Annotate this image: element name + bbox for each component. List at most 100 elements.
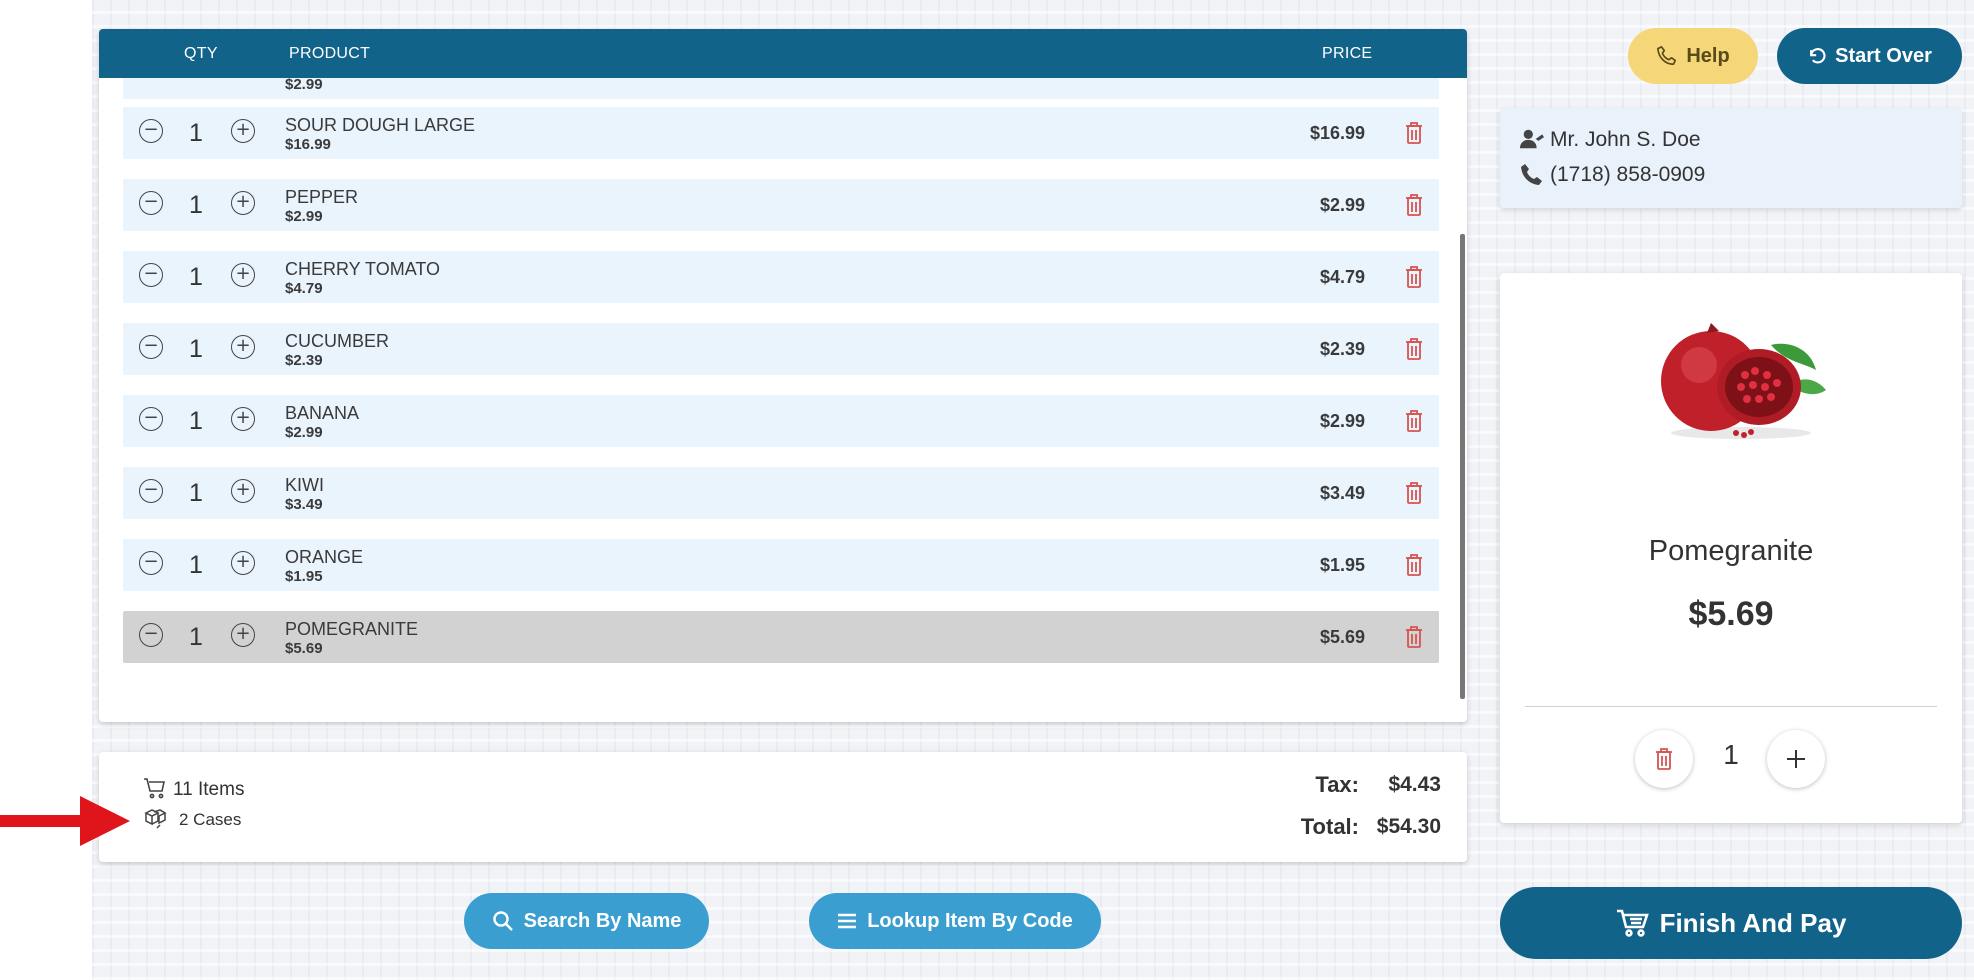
cart-table: QTY PRODUCT PRICE $2.99 − 1 + SOUR DOUGH… — [99, 29, 1467, 722]
help-button[interactable]: Help — [1628, 28, 1758, 84]
header-price: PRICE — [1322, 45, 1373, 62]
table-row[interactable]: − 1 + ORANGE $1.95 $1.95 — [123, 539, 1439, 591]
trash-icon[interactable] — [1405, 193, 1423, 217]
undo-icon — [1810, 48, 1826, 64]
table-row[interactable]: − 1 + BANANA $2.99 $2.99 — [123, 395, 1439, 447]
cases-count: 2 Cases — [179, 810, 242, 829]
cart-rows[interactable]: $2.99 − 1 + SOUR DOUGH LARGE $16.99 $16.… — [123, 78, 1439, 722]
selected-product-name: Pomegranite — [1648, 535, 1814, 567]
table-row-partial[interactable]: $2.99 — [123, 78, 1439, 99]
tax-label: Tax: — [1315, 772, 1359, 797]
list-icon — [838, 913, 857, 929]
row-qty: 1 — [189, 551, 203, 579]
row-product-name: POMEGRANITE — [285, 619, 419, 639]
divider — [1525, 706, 1937, 707]
increase-qty-button[interactable] — [1767, 730, 1825, 788]
increase-qty-button[interactable]: + — [231, 119, 255, 143]
decrease-qty-button[interactable]: − — [139, 191, 163, 215]
search-by-name-label: Search By Name — [523, 909, 682, 932]
row-unit-price: $2.99 — [285, 208, 323, 225]
row-qty: 1 — [189, 407, 203, 435]
decrease-qty-button[interactable]: − — [139, 479, 163, 503]
annotation-arrow-icon — [0, 796, 130, 846]
decrease-qty-button[interactable]: − — [139, 551, 163, 575]
selected-product-price: $5.69 — [1688, 595, 1774, 633]
table-scrollbar[interactable] — [1460, 234, 1465, 699]
decrease-qty-button[interactable]: − — [139, 335, 163, 359]
trash-icon[interactable] — [1405, 625, 1423, 649]
row-qty: 1 — [189, 263, 203, 291]
row-product-name: BANANA — [285, 403, 360, 423]
row-unit-price: $2.99 — [285, 424, 323, 441]
trash-icon[interactable] — [1405, 78, 1423, 85]
row-price: $2.99 — [1319, 195, 1365, 215]
row-unit-price: $2.99 — [285, 78, 323, 93]
row-unit-price: $4.79 — [285, 280, 323, 297]
phone-icon — [1521, 164, 1542, 185]
customer-name: Mr. John S. Doe — [1550, 128, 1701, 151]
table-row[interactable]: − 1 + SOUR DOUGH LARGE $16.99 $16.99 — [123, 107, 1439, 159]
row-price: $16.99 — [1309, 123, 1365, 143]
row-price: $1.95 — [1319, 555, 1365, 575]
row-price: $3.49 — [1319, 483, 1365, 503]
table-row[interactable]: − 1 + PEPPER $2.99 $2.99 — [123, 179, 1439, 231]
start-over-label: Start Over — [1835, 44, 1932, 67]
trash-icon — [1656, 748, 1672, 770]
trash-icon[interactable] — [1405, 265, 1423, 289]
trash-icon[interactable] — [1405, 553, 1423, 577]
items-count: 11 Items — [173, 779, 245, 800]
selected-product-card: Pomegranite $5.69 1 — [1500, 273, 1962, 823]
row-qty: 1 — [189, 623, 203, 651]
row-unit-price: $16.99 — [285, 136, 331, 153]
row-product-name: PEPPER — [285, 187, 359, 207]
tax-value: $4.43 — [1388, 773, 1441, 796]
row-product-name: CUCUMBER — [285, 331, 390, 351]
row-unit-price: $1.95 — [285, 568, 323, 585]
increase-qty-button[interactable]: + — [231, 479, 255, 503]
increase-qty-button[interactable]: + — [231, 335, 255, 359]
row-product-name: ORANGE — [285, 547, 364, 567]
increase-qty-button[interactable]: + — [231, 407, 255, 431]
trash-icon[interactable] — [1405, 121, 1423, 145]
row-qty: 1 — [189, 119, 203, 147]
row-product-name: CHERRY TOMATO — [285, 259, 441, 279]
start-over-button[interactable]: Start Over — [1777, 28, 1962, 84]
total-value: $54.30 — [1376, 815, 1441, 838]
row-product-name: KIWI — [285, 475, 324, 495]
decrease-qty-button[interactable]: − — [139, 623, 163, 647]
row-price: $2.39 — [1319, 339, 1365, 359]
lookup-by-code-button[interactable]: Lookup Item By Code — [809, 893, 1101, 949]
table-row[interactable]: − 1 + KIWI $3.49 $3.49 — [123, 467, 1439, 519]
decrease-qty-button[interactable]: − — [139, 119, 163, 143]
search-by-name-button[interactable]: Search By Name — [464, 893, 709, 949]
total-label: Total: — [1300, 814, 1359, 839]
trash-icon[interactable] — [1405, 409, 1423, 433]
remove-item-button[interactable] — [1635, 730, 1693, 788]
finish-and-pay-label: Finish And Pay — [1659, 907, 1847, 938]
row-qty: 1 — [189, 335, 203, 363]
trash-icon[interactable] — [1405, 481, 1423, 505]
decrease-qty-button[interactable]: − — [139, 263, 163, 287]
increase-qty-button[interactable]: + — [231, 191, 255, 215]
increase-qty-button[interactable]: + — [231, 623, 255, 647]
row-qty: 1 — [189, 191, 203, 219]
order-summary: 11 Items 2 Cases Tax: $4.43 Total: $54.3… — [99, 752, 1467, 862]
search-icon — [492, 911, 513, 931]
trash-icon[interactable] — [1405, 337, 1423, 361]
customer-phone: (1718) 858-0909 — [1550, 163, 1706, 186]
row-price: $4.79 — [1319, 267, 1365, 287]
increase-qty-button[interactable]: + — [231, 551, 255, 575]
increase-qty-button[interactable]: + — [231, 263, 255, 287]
row-qty: 1 — [189, 479, 203, 507]
table-row-selected[interactable]: − 1 + POMEGRANITE $5.69 $5.69 — [123, 611, 1439, 663]
boxes-icon — [144, 809, 167, 829]
finish-and-pay-button[interactable]: Finish And Pay — [1500, 887, 1962, 959]
row-unit-price: $2.39 — [285, 352, 323, 369]
phone-icon — [1657, 46, 1677, 66]
user-icon — [1520, 129, 1544, 149]
decrease-qty-button[interactable]: − — [139, 407, 163, 431]
table-row[interactable]: − 1 + CHERRY TOMATO $4.79 $4.79 — [123, 251, 1439, 303]
lookup-by-code-label: Lookup Item By Code — [867, 909, 1073, 932]
help-label: Help — [1686, 44, 1730, 67]
table-row[interactable]: − 1 + CUCUMBER $2.39 $2.39 — [123, 323, 1439, 375]
